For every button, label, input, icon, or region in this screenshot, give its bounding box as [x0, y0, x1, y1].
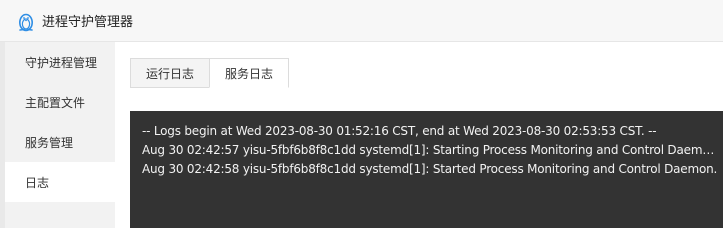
title-bar: 进程守护管理器	[0, 0, 723, 42]
sidebar-item-daemon-management[interactable]: 守护进程管理	[5, 42, 115, 82]
sidebar: 守护进程管理 主配置文件 服务管理 日志	[0, 42, 115, 228]
sidebar-item-service-management[interactable]: 服务管理	[5, 122, 115, 162]
app-title: 进程守护管理器	[42, 15, 134, 30]
log-line: -- Logs begin at Wed 2023-08-30 01:52:16…	[142, 124, 657, 138]
sidebar-item-logs[interactable]: 日志	[5, 162, 115, 202]
log-line: Aug 30 02:42:57 yisu-5fbf6b8f8c1dd syste…	[142, 143, 720, 157]
penguin-icon	[19, 13, 33, 31]
log-output[interactable]: -- Logs begin at Wed 2023-08-30 01:52:16…	[130, 111, 723, 228]
tab-service-log[interactable]: 服务日志	[209, 58, 290, 88]
sidebar-item-main-config[interactable]: 主配置文件	[5, 82, 115, 122]
tab-run-log[interactable]: 运行日志	[130, 58, 210, 88]
log-line: Aug 30 02:42:58 yisu-5fbf6b8f8c1dd syste…	[142, 162, 718, 176]
log-tabs: 运行日志 服务日志	[130, 58, 290, 88]
main-content: 运行日志 服务日志 -- Logs begin at Wed 2023-08-3…	[115, 42, 723, 228]
